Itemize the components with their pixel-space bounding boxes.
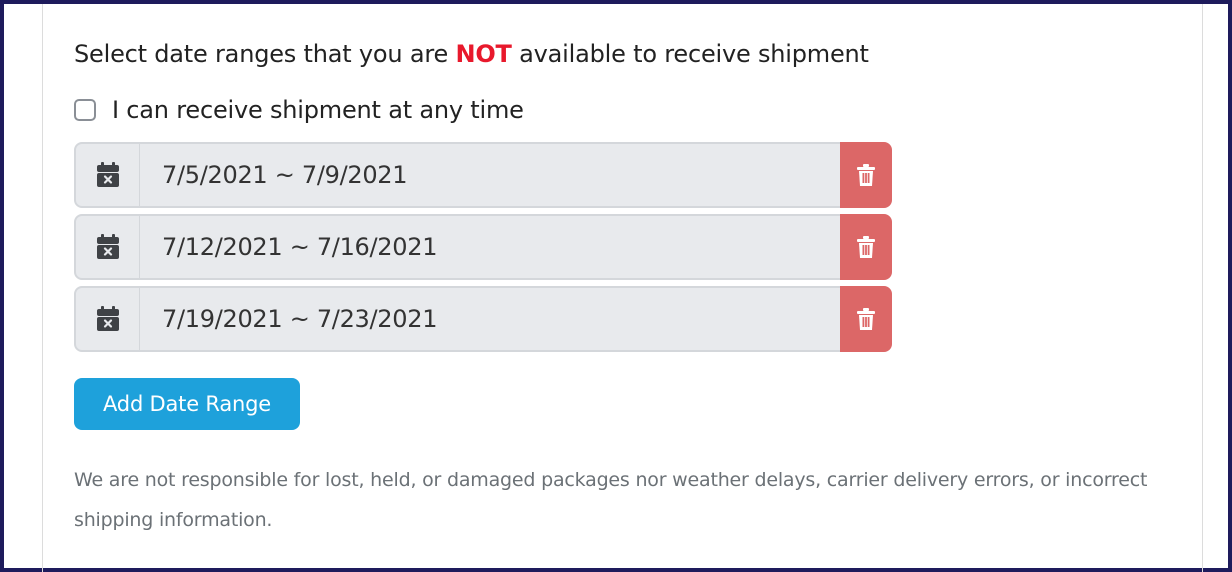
calendar-x-icon bbox=[74, 142, 140, 208]
add-date-range-button[interactable]: Add Date Range bbox=[74, 378, 300, 430]
calendar-x-icon bbox=[74, 286, 140, 352]
delete-range-button[interactable] bbox=[840, 142, 892, 208]
any-time-option[interactable]: I can receive shipment at any time bbox=[74, 96, 524, 124]
trash-icon bbox=[857, 164, 875, 186]
date-range-input[interactable]: 7/5/2021 ~ 7/9/2021 bbox=[140, 142, 840, 208]
date-range-input[interactable]: 7/19/2021 ~ 7/23/2021 bbox=[140, 286, 840, 352]
heading-text-before: Select date ranges that you are bbox=[74, 40, 456, 68]
any-time-label[interactable]: I can receive shipment at any time bbox=[112, 96, 524, 124]
date-range-input[interactable]: 7/12/2021 ~ 7/16/2021 bbox=[140, 214, 840, 280]
heading-emphasis: NOT bbox=[455, 40, 512, 68]
shipping-disclaimer: We are not responsible for lost, held, o… bbox=[74, 469, 1148, 531]
any-time-checkbox[interactable] bbox=[74, 99, 96, 121]
date-range-row: 7/5/2021 ~ 7/9/2021 bbox=[74, 142, 892, 208]
date-range-row: 7/12/2021 ~ 7/16/2021 bbox=[74, 214, 892, 280]
calendar-x-icon bbox=[74, 214, 140, 280]
date-range-row: 7/19/2021 ~ 7/23/2021 bbox=[74, 286, 892, 352]
delete-range-button[interactable] bbox=[840, 214, 892, 280]
delete-range-button[interactable] bbox=[840, 286, 892, 352]
page-heading: Select date ranges that you are NOT avai… bbox=[74, 40, 869, 68]
heading-text-after: available to receive shipment bbox=[511, 40, 869, 68]
trash-icon bbox=[857, 236, 875, 258]
trash-icon bbox=[857, 308, 875, 330]
